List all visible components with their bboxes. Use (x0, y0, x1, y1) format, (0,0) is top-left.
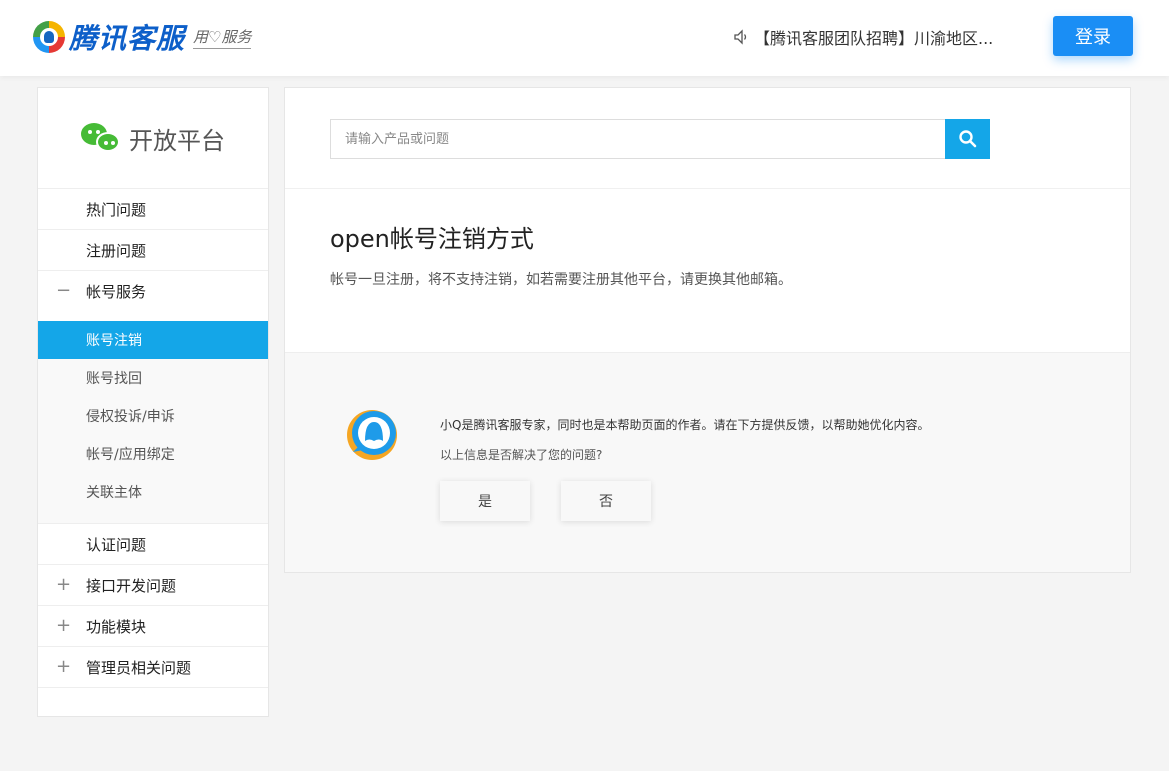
sidebar-brand: 开放平台 (38, 88, 268, 189)
sidebar-item-label: 认证问题 (86, 535, 147, 554)
announcement[interactable]: 【腾讯客服团队招聘】川渝地区... (732, 25, 993, 49)
expand-icon[interactable]: + (56, 576, 71, 594)
sidebar-brand-title: 开放平台 (129, 126, 225, 155)
search-input[interactable] (330, 119, 945, 159)
article-title: open帐号注销方式 (330, 225, 534, 253)
expand-icon[interactable]: + (56, 617, 71, 635)
sidebar-item-verification[interactable]: 认证问题 (38, 524, 268, 565)
sidebar-item-label: 功能模块 (86, 617, 147, 636)
main-content: open帐号注销方式 帐号一旦注册，将不支持注销，如若需要注册其他平台，请更换其… (284, 87, 1131, 573)
article-body: 帐号一旦注册，将不支持注销，如若需要注册其他平台，请更换其他邮箱。 (330, 272, 792, 288)
top-header: 腾讯客服 用♡服务 【腾讯客服团队招聘】川渝地区... 登录 (0, 0, 1169, 76)
sidebar-item-label: 帐号服务 (86, 283, 147, 301)
sidebar-subitem-app-binding[interactable]: 帐号/应用绑定 (38, 435, 268, 473)
search-bar (330, 119, 990, 159)
search-button[interactable] (945, 119, 990, 159)
sidebar-item-label: 热门问题 (86, 200, 147, 219)
feedback-no-button[interactable]: 否 (561, 481, 651, 521)
speaker-icon (734, 29, 747, 45)
xiao-q-avatar-icon (347, 410, 397, 460)
feedback-question: 以上信息是否解决了您的问题? (440, 448, 603, 462)
sidebar-item-account-service[interactable]: − 帐号服务 (38, 271, 268, 312)
sidebar-subitem-related-entity[interactable]: 关联主体 (38, 473, 268, 511)
sidebar-item-hot-questions[interactable]: 热门问题 (38, 189, 268, 230)
sidebar-item-label: 接口开发问题 (86, 576, 177, 595)
sidebar-item-label: 管理员相关问题 (86, 658, 192, 677)
feedback-panel: 小Q是腾讯客服专家，同时也是本帮助页面的作者。请在下方提供反馈，以帮助她优化内容… (285, 352, 1130, 572)
logo-text: 腾讯客服 (69, 22, 186, 55)
sidebar-item-admin[interactable]: + 管理员相关问题 (38, 647, 268, 688)
feedback-yes-button[interactable]: 是 (440, 481, 530, 521)
tencent-support-logo[interactable]: 腾讯客服 用♡服务 (33, 17, 252, 57)
sidebar-item-features[interactable]: + 功能模块 (38, 606, 268, 647)
collapse-icon[interactable]: − (56, 282, 71, 300)
sidebar-subnav: 账号注销 账号找回 侵权投诉/申诉 帐号/应用绑定 关联主体 (38, 321, 268, 524)
sidebar-subitem-account-recovery[interactable]: 账号找回 (38, 359, 268, 397)
sidebar-item-api-dev[interactable]: + 接口开发问题 (38, 565, 268, 606)
announcement-text: 【腾讯客服团队招聘】川渝地区... (754, 29, 994, 48)
sidebar: 开放平台 热门问题 注册问题 − 帐号服务 账号注销 账号找回 侵权投诉/申诉 … (37, 87, 269, 717)
logo-slogan: 用♡服务 (193, 26, 252, 49)
sidebar-subitem-infringement[interactable]: 侵权投诉/申诉 (38, 397, 268, 435)
tencent-logo-icon (33, 21, 65, 53)
divider (285, 188, 1130, 189)
sidebar-item-label: 注册问题 (86, 241, 147, 260)
sidebar-item-registration[interactable]: 注册问题 (38, 230, 268, 271)
login-button[interactable]: 登录 (1053, 16, 1133, 56)
expand-icon[interactable]: + (56, 658, 71, 676)
wechat-icon (81, 121, 121, 155)
sidebar-subitem-account-cancel[interactable]: 账号注销 (38, 321, 268, 359)
search-icon (958, 130, 976, 148)
feedback-intro: 小Q是腾讯客服专家，同时也是本帮助页面的作者。请在下方提供反馈，以帮助她优化内容… (440, 418, 930, 432)
